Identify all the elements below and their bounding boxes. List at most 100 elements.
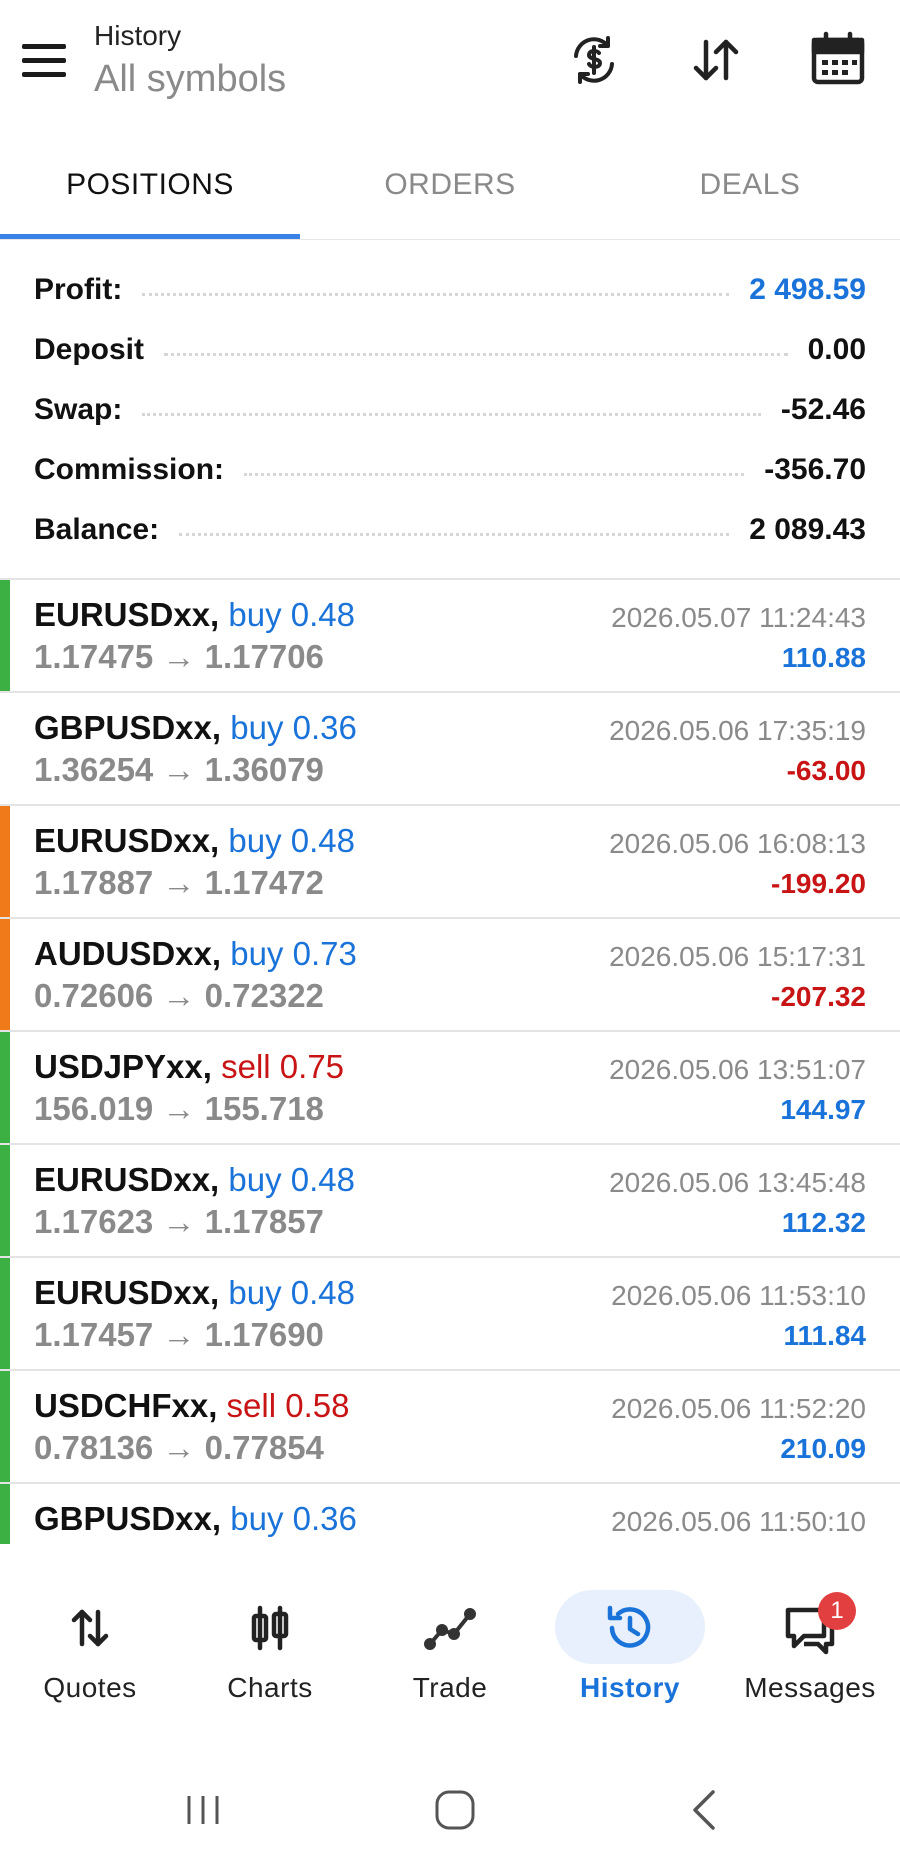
result-stripe <box>0 1484 10 1544</box>
dotted-leader <box>142 292 730 296</box>
summary-row-swap: Swap: -52.46 <box>0 380 900 440</box>
dotted-leader <box>142 412 761 416</box>
trade-line-icon <box>422 1600 478 1656</box>
symbol-filter[interactable]: All symbols <box>94 58 286 101</box>
result-stripe <box>0 1371 10 1482</box>
position-row[interactable]: USDCHFxx, sell 0.58 0.78136 → 0.77854 2026… <box>0 1371 900 1484</box>
position-time: 2026.05.06 11:53:10 <box>611 1280 866 1311</box>
position-row[interactable]: USDJPYxx, sell 0.75 156.019 → 155.718 2026… <box>0 1032 900 1145</box>
position-time: 2026.05.06 17:35:19 <box>609 715 866 746</box>
position-symbol: USDJPYxx, <box>34 1048 212 1085</box>
dotted-leader <box>164 352 788 356</box>
position-prices: 0.72606 → 0.72322 <box>34 977 324 1014</box>
position-symbol: GBPUSDxx, <box>34 1500 222 1537</box>
dotted-leader <box>179 532 730 536</box>
position-title: EURUSDxx, buy 0.48 <box>34 596 355 634</box>
quotes-arrows-icon <box>62 1600 118 1656</box>
position-side-volume: buy 0.36 <box>230 709 357 746</box>
position-row[interactable]: GBPUSDxx, buy 0.36 1.36254 → 1.36079 2026.… <box>0 693 900 806</box>
dotted-leader <box>244 472 745 476</box>
position-symbol: EURUSDxx, <box>34 822 220 859</box>
position-time: 2026.05.06 13:45:48 <box>609 1167 866 1198</box>
menu-icon[interactable] <box>22 44 70 80</box>
position-row[interactable]: EURUSDxx, buy 0.48 1.17475 → 1.17706 2026.… <box>0 580 900 693</box>
title-block: History All symbols <box>94 20 286 101</box>
position-prices: 1.17457 → 1.17690 <box>34 1316 324 1353</box>
sort-icon[interactable] <box>684 28 748 92</box>
position-profit: 210.09 <box>780 1433 866 1464</box>
position-side-volume: sell 0.75 <box>221 1048 345 1085</box>
position-side-volume: buy 0.73 <box>230 935 357 972</box>
tab-deals[interactable]: DEALS <box>600 150 900 239</box>
position-profit: 112.32 <box>781 1207 866 1238</box>
summary-value: -356.70 <box>764 453 866 486</box>
nav-messages[interactable]: 1 Messages <box>720 1560 900 1730</box>
nav-label: History <box>580 1672 680 1703</box>
nav-label: Quotes <box>43 1672 137 1703</box>
position-side-volume: buy 0.36 <box>230 1500 357 1537</box>
nav-history[interactable]: History <box>540 1560 720 1730</box>
position-title: GBPUSDxx, buy 0.36 <box>34 709 357 747</box>
tab-positions[interactable]: POSITIONS <box>0 150 300 239</box>
summary-label: Balance: <box>34 513 160 546</box>
nav-trade[interactable]: Trade <box>360 1560 540 1730</box>
home-icon[interactable] <box>420 1780 490 1840</box>
candlestick-icon <box>242 1600 298 1656</box>
position-title: USDCHFxx, sell 0.58 <box>34 1387 349 1425</box>
position-title: EURUSDxx, buy 0.48 <box>34 822 355 860</box>
position-prices: 0.78136 → 0.77854 <box>34 1429 324 1466</box>
nav-charts[interactable]: Charts <box>180 1560 360 1730</box>
page-title: History <box>94 20 182 51</box>
nav-label: Trade <box>412 1672 488 1703</box>
position-side-volume: buy 0.48 <box>228 596 356 633</box>
position-symbol: USDCHFxx, <box>34 1387 218 1424</box>
position-symbol: EURUSDxx, <box>34 1274 220 1311</box>
summary-value: 0.00 <box>807 333 866 366</box>
position-time: 2026.05.06 16:08:13 <box>609 828 866 859</box>
result-stripe <box>0 1032 10 1143</box>
recent-apps-icon[interactable] <box>168 1780 238 1840</box>
position-time: 2026.05.07 11:24:43 <box>611 602 866 633</box>
position-title: USDJPYxx, sell 0.75 <box>34 1048 344 1086</box>
result-stripe <box>0 693 10 804</box>
position-profit: 144.97 <box>780 1094 866 1125</box>
position-time: 2026.05.06 11:52:20 <box>611 1393 866 1424</box>
result-stripe <box>0 580 10 691</box>
result-stripe <box>0 806 10 917</box>
position-side-volume: buy 0.48 <box>228 822 356 859</box>
position-title: EURUSDxx, buy 0.48 <box>34 1161 355 1199</box>
summary-value: 2 498.59 <box>749 273 866 306</box>
position-symbol: EURUSDxx, <box>34 1161 220 1198</box>
nav-label: Charts <box>227 1672 313 1703</box>
position-symbol: AUDUSDxx, <box>34 935 222 972</box>
summary-panel: Profit: 2 498.59 Deposit 0.00 Swap: -52.… <box>0 260 900 560</box>
currency-exchange-icon[interactable] <box>562 28 626 92</box>
position-row[interactable]: EURUSDxx, buy 0.48 1.17887 → 1.17472 2026.… <box>0 806 900 919</box>
position-title: GBPUSDxx, buy 0.36 <box>34 1500 357 1538</box>
app-header: History All symbols <box>0 0 900 140</box>
position-prices: 1.36254 → 1.36079 <box>34 751 324 788</box>
back-icon[interactable] <box>670 1780 740 1840</box>
summary-label: Profit: <box>34 273 123 306</box>
calendar-icon[interactable] <box>806 28 870 92</box>
position-profit: -199.20 <box>771 868 866 899</box>
nav-quotes[interactable]: Quotes <box>0 1560 180 1730</box>
position-profit: 111.84 <box>783 1320 866 1351</box>
system-nav-bar <box>0 1760 900 1860</box>
result-stripe <box>0 1145 10 1256</box>
position-row[interactable]: EURUSDxx, buy 0.48 1.17457 → 1.17690 2026.… <box>0 1258 900 1371</box>
tab-orders[interactable]: ORDERS <box>300 150 600 239</box>
summary-label: Swap: <box>34 393 123 426</box>
positions-list[interactable]: EURUSDxx, buy 0.48 1.17475 → 1.17706 2026.… <box>0 578 900 1544</box>
position-profit: -207.32 <box>771 981 866 1012</box>
summary-row-commission: Commission: -356.70 <box>0 440 900 500</box>
position-row[interactable]: EURUSDxx, buy 0.48 1.17623 → 1.17857 2026.… <box>0 1145 900 1258</box>
position-row[interactable]: AUDUSDxx, buy 0.73 0.72606 → 0.72322 2026.… <box>0 919 900 1032</box>
unread-badge: 1 <box>818 1592 856 1630</box>
position-row[interactable]: GBPUSDxx, buy 0.36 1.36331 → 1.36107 2026.… <box>0 1484 900 1544</box>
result-stripe <box>0 919 10 1030</box>
position-side-volume: sell 0.58 <box>226 1387 350 1424</box>
position-prices: 156.019 → 155.718 <box>34 1090 324 1127</box>
summary-label: Commission: <box>34 453 225 486</box>
position-symbol: GBPUSDxx, <box>34 709 222 746</box>
